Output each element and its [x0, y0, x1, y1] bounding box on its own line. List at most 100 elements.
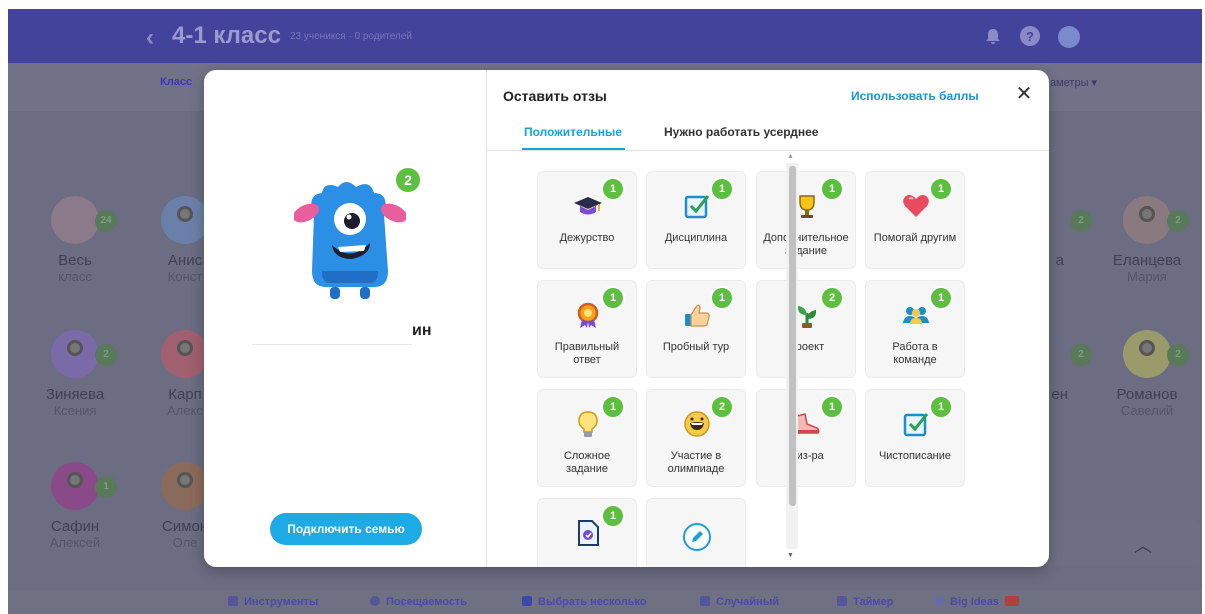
timer-icon [837, 596, 847, 606]
skill-card[interactable]: 1 Пробный тур [646, 280, 746, 378]
toolbar-tools[interactable]: Инструменты [228, 596, 318, 608]
skill-label: Правильный ответ [554, 341, 620, 366]
checkbox-icon [903, 413, 929, 437]
team-icon [903, 307, 929, 324]
toolbar-big-ideas[interactable]: Big Ideas [934, 596, 1025, 608]
medal-icon [577, 302, 599, 328]
avatar: 2 [1123, 196, 1189, 244]
skill-card[interactable]: 1 Дисциплина [646, 171, 746, 269]
connect-family-button[interactable]: Подключить семью [270, 513, 422, 545]
student-subname: Алексей [49, 535, 101, 550]
scrollbar-thumb[interactable] [789, 166, 796, 506]
tab-needs-work[interactable]: Нужно работать усерднее [664, 125, 818, 139]
student-name: Романов [1116, 386, 1178, 403]
avatar [161, 330, 209, 378]
skill-points-badge: 1 [710, 177, 734, 201]
student-subname: класс [58, 269, 92, 284]
skill-points-badge: 1 [929, 177, 953, 201]
thumbs-up-icon [685, 304, 710, 327]
toolbar-random[interactable]: Случайный [700, 596, 779, 608]
skill-label: Проект [787, 341, 825, 353]
skill-card[interactable]: 1 Работа в команде [865, 280, 965, 378]
student-subname: Савелий [1120, 403, 1174, 418]
skill-card[interactable]: 1 Дополнительное задание [756, 171, 856, 269]
pencil-icon [683, 523, 711, 551]
points-badge: 2 [1070, 210, 1092, 232]
skill-card[interactable]: 2 Участие в олимпиаде [646, 389, 746, 487]
use-points-link[interactable]: Использовать баллы [851, 89, 979, 103]
avatar [161, 196, 209, 244]
skill-points-badge: 1 [929, 395, 953, 419]
chevron-up-icon[interactable]: ︿ [1134, 532, 1152, 558]
points-badge: 2 [1167, 210, 1189, 232]
skill-card[interactable]: 1 Чистописание [865, 389, 965, 487]
student-name: Зиняева [45, 386, 105, 403]
close-icon[interactable]: ✕ [1014, 84, 1034, 104]
back-chevron-icon[interactable]: ‹ [146, 24, 154, 52]
name-divider [252, 344, 412, 345]
scroll-up-arrow-icon[interactable]: ▲ [787, 153, 794, 160]
student-panel: 2 ин Подключить семью [204, 70, 487, 567]
shuffle-icon [700, 596, 710, 606]
feedback-panel: Оставить отзы Использовать баллы ✕ Полож… [487, 70, 1049, 567]
tools-icon [228, 596, 238, 606]
help-icon[interactable]: ? [1020, 26, 1040, 46]
skill-card[interactable]: 1 Дежурство [537, 171, 637, 269]
skill-points-badge: 1 [601, 395, 625, 419]
toolbar-select-multiple[interactable]: Выбрать несколько [522, 596, 647, 608]
skill-card[interactable]: 1 [537, 498, 637, 567]
skill-card[interactable]: 1 Правильный ответ [537, 280, 637, 378]
user-avatar-icon[interactable] [1058, 26, 1080, 48]
bg-tab-settings[interactable]: аметры ▾ [1050, 76, 1097, 89]
tab-positive[interactable]: Положительные [524, 125, 622, 139]
monster-avatar [294, 182, 406, 299]
student-subname: Ксения [53, 403, 97, 418]
student-whole-class[interactable]: 24 Весь класс [20, 196, 130, 284]
skill-label: Дополнительное задание [763, 232, 849, 257]
feedback-modal: 2 ин Подключить семью Оставить отзы Испо… [204, 70, 1049, 567]
student-name: ин [412, 322, 432, 339]
avatar: 2 [51, 330, 117, 378]
skill-points-badge: 1 [601, 286, 625, 310]
skill-label: Участие в олимпиаде [667, 450, 725, 475]
toolbar-timer[interactable]: Таймер [837, 596, 893, 608]
svg-text:?: ? [1026, 29, 1034, 44]
skill-card[interactable]: 1 Сложное задание [537, 389, 637, 487]
student-subname: Мария [1127, 269, 1167, 284]
heart-icon [903, 195, 929, 217]
student-name: Весь [58, 252, 92, 269]
skill-label: Сложное задание [563, 450, 611, 475]
skill-points-badge: 1 [820, 395, 844, 419]
bell-icon[interactable] [983, 26, 1003, 46]
skill-label: Дежурство [559, 232, 615, 244]
points-badge: 1 [95, 476, 117, 498]
class-title: 4-1 класс [172, 22, 281, 49]
skill-points-badge: 2 [710, 395, 734, 419]
skills-grid: 1 Дежурство 1 Дисциплина 1 Дополнительно… [487, 151, 1007, 567]
bg-tab-class[interactable]: Класс [160, 76, 192, 88]
student-card[interactable]: 1 Сафин Алексей [20, 462, 130, 550]
document-icon [578, 520, 599, 546]
skill-label: Помогай другим [873, 232, 957, 244]
student-card[interactable]: 2 Зиняева Ксения [20, 330, 130, 418]
scroll-down-arrow-icon[interactable]: ▼ [787, 552, 794, 559]
graduation-cap-icon [574, 197, 602, 215]
student-name: Сафин [50, 518, 100, 535]
skill-label: Чистописание [878, 450, 952, 462]
student-card[interactable]: 2 Еланцева Мария [1092, 196, 1202, 284]
skill-card[interactable]: 2 Проект [756, 280, 856, 378]
class-meta: 23 ученикся · 0 родителей [290, 31, 412, 42]
skill-points-badge: 1 [929, 286, 953, 310]
skill-card[interactable]: 1 Физ-ра [756, 389, 856, 487]
student-card[interactable]: 2 Романов Савелий [1092, 330, 1202, 418]
skill-label: Работа в команде [892, 341, 938, 366]
attendance-icon [370, 596, 380, 606]
skill-card[interactable]: 1 Помогай другим [865, 171, 965, 269]
modal-title: Оставить отзы [503, 88, 607, 104]
toolbar-attendance[interactable]: Посещаемость [370, 596, 467, 608]
skill-label: Физ-ра [788, 450, 824, 462]
skill-points-badge: 1 [601, 504, 625, 528]
add-skill-card[interactable] [646, 498, 746, 567]
screen: ‹ 4-1 класс 23 ученикся · 0 родителей ? … [0, 0, 1205, 614]
select-icon [522, 596, 532, 606]
